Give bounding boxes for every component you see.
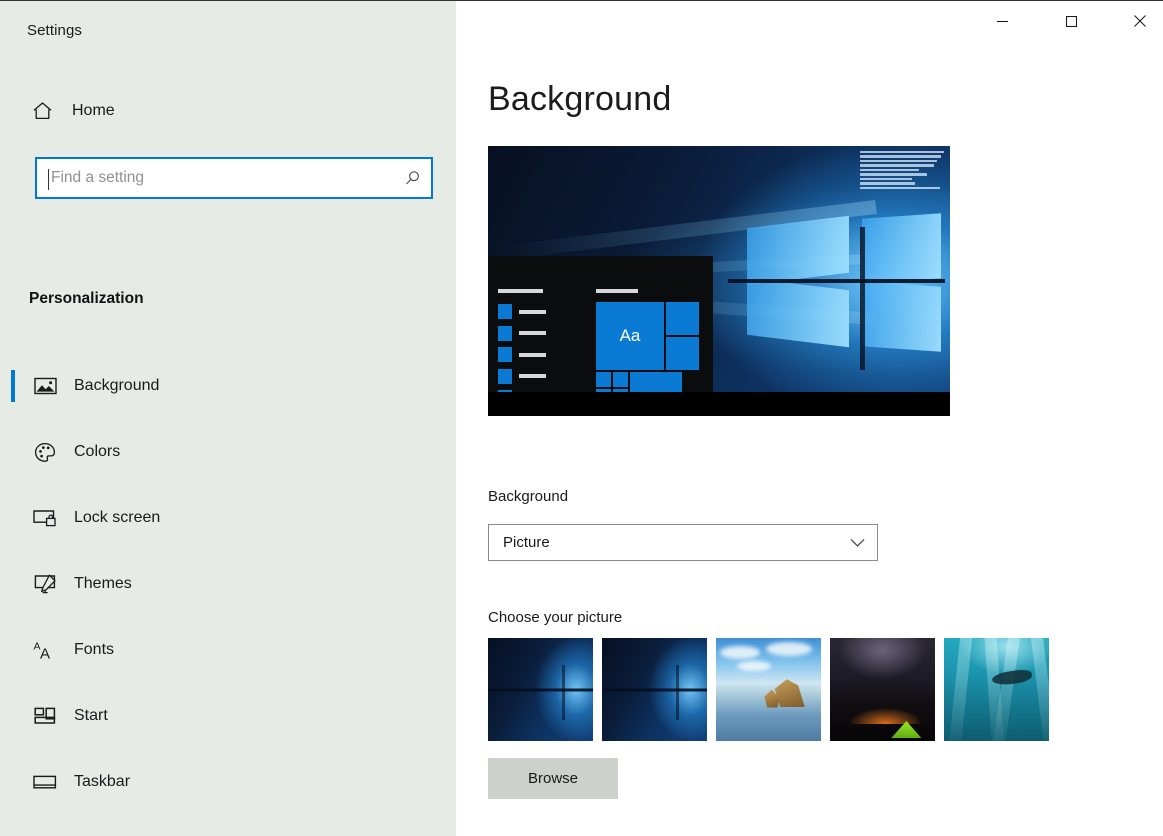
sidebar-item-taskbar[interactable]: Taskbar (0, 749, 456, 815)
thumbnail-underwater-diver[interactable] (944, 638, 1049, 741)
text-caret (48, 169, 49, 190)
lockscreen-icon (25, 508, 65, 528)
thumbnail-beach-rock-formation[interactable] (716, 638, 821, 741)
sidebar-item-fonts[interactable]: A A Fonts (0, 617, 456, 683)
fonts-icon: A A (25, 640, 65, 661)
wallpaper-divider-horizontal (728, 279, 946, 283)
title-bar: Settings (0, 1, 1163, 64)
minimize-button[interactable] (979, 1, 1025, 41)
search-input[interactable] (37, 159, 393, 197)
tile-medium (666, 337, 699, 370)
start-icon (25, 706, 65, 726)
main-content: Background Aa Background Picture Choose … (456, 64, 1163, 836)
app-list-header-bar (498, 289, 543, 293)
system-info-overlay (860, 151, 944, 190)
palette-icon (25, 442, 65, 463)
sidebar-item-start[interactable]: Start (0, 683, 456, 749)
sidebar-item-lock-screen-label: Lock screen (74, 509, 161, 526)
thumbnail-windows-hero-2[interactable] (602, 638, 707, 741)
selection-accent-bar (11, 370, 15, 402)
thumbnail-windows-hero-1[interactable] (488, 638, 593, 741)
tile-medium (666, 302, 699, 335)
wallpaper-divider-vertical (859, 227, 865, 371)
app-list-item (498, 367, 553, 386)
minimize-icon (996, 20, 1008, 22)
sidebar-item-colors[interactable]: Colors (0, 419, 456, 485)
sidebar-item-lock-screen[interactable]: Lock screen (0, 485, 456, 551)
app-list-item (498, 345, 553, 364)
desktop-preview: Aa (488, 146, 950, 416)
background-type-value: Picture (503, 534, 550, 551)
tile-group-header-bar (596, 289, 638, 293)
sidebar-item-themes-label: Themes (74, 575, 132, 592)
sidebar-item-taskbar-label: Taskbar (74, 773, 131, 790)
close-icon (1134, 15, 1146, 27)
close-button[interactable] (1117, 1, 1163, 41)
maximize-button[interactable] (1048, 1, 1094, 41)
sidebar: Home Personalization (0, 64, 456, 836)
themes-icon (25, 574, 65, 595)
start-menu-mockup: Aa (488, 256, 713, 416)
tile-large: Aa (596, 302, 664, 370)
browse-button[interactable]: Browse (488, 758, 618, 799)
sidebar-item-background[interactable]: Background (0, 353, 456, 419)
chevron-down-icon (837, 538, 877, 548)
sidebar-item-colors-label: Colors (74, 443, 121, 460)
taskbar-icon (25, 773, 65, 791)
home-icon (22, 101, 62, 121)
background-type-dropdown[interactable]: Picture (488, 524, 878, 561)
preview-taskbar (488, 392, 950, 416)
section-heading: Personalization (29, 290, 144, 307)
settings-window: Settings Home Find a setting Personaliza… (0, 0, 1163, 836)
tile-small (613, 372, 628, 387)
sidebar-item-home[interactable]: Home (0, 91, 456, 131)
sidebar-item-themes[interactable]: Themes (0, 551, 456, 617)
sidebar-item-home-label: Home (72, 102, 115, 119)
sidebar-nav-list: Background Colors Lock screen Themes A A… (0, 353, 456, 815)
tile-small (596, 372, 611, 387)
thumbnail-night-sky-tent[interactable] (830, 638, 935, 741)
picture-thumbnail-list (488, 638, 1049, 741)
choose-picture-label: Choose your picture (488, 609, 623, 626)
page-title: Background (488, 80, 672, 118)
search-icon[interactable] (393, 170, 431, 187)
search-box[interactable] (35, 157, 433, 199)
svg-text:A: A (40, 645, 50, 661)
background-field-label: Background (488, 488, 569, 505)
app-list-item (498, 302, 553, 321)
maximize-icon (1065, 15, 1077, 27)
app-title: Settings (27, 22, 82, 39)
sidebar-item-background-label: Background (74, 377, 160, 394)
picture-icon (25, 376, 65, 396)
sidebar-item-fonts-label: Fonts (74, 641, 115, 658)
sidebar-item-start-label: Start (74, 707, 108, 724)
app-list-item (498, 324, 553, 343)
